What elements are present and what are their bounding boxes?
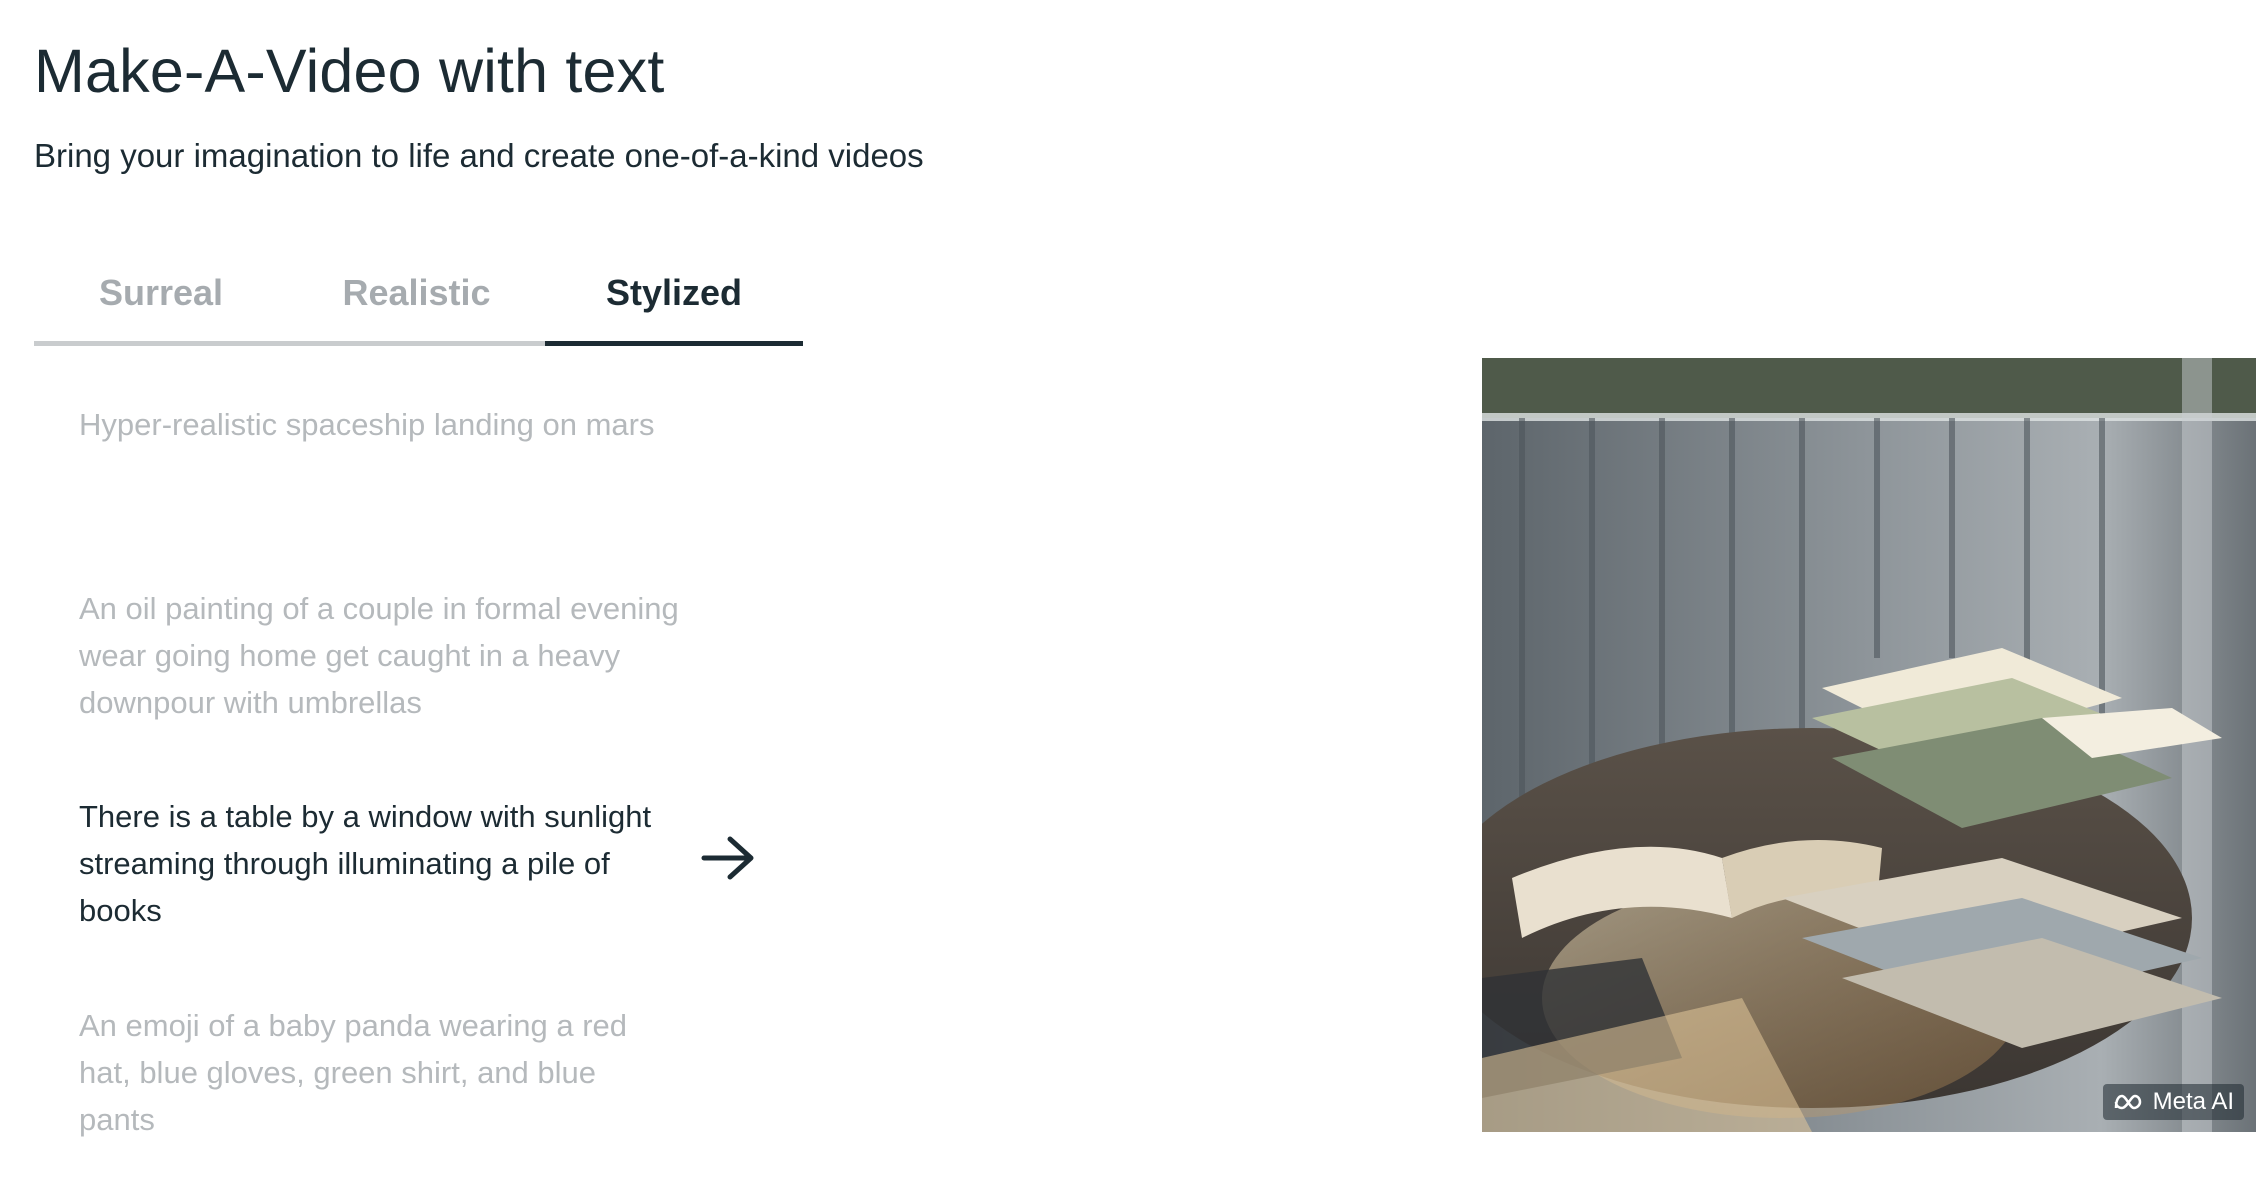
page-subtitle: Bring your imagination to life and creat… — [34, 137, 924, 174]
prompt-item[interactable]: An oil painting of a couple in formal ev… — [79, 585, 679, 726]
prompt-item[interactable]: Hyper-realistic spaceship landing on mar… — [79, 401, 679, 448]
style-tabs: Surreal Realistic Stylized — [34, 245, 803, 346]
tab-surreal[interactable]: Surreal — [34, 245, 288, 341]
meta-logo-icon — [2114, 1094, 2141, 1110]
arrow-right-icon[interactable] — [700, 835, 756, 881]
generated-video[interactable]: Meta AI — [1482, 358, 2256, 1132]
prompt-item[interactable]: An emoji of a baby panda wearing a red h… — [79, 1002, 679, 1143]
prompt-item-active[interactable]: There is a table by a window with sunlig… — [79, 793, 679, 934]
tab-stylized[interactable]: Stylized — [545, 245, 803, 346]
video-frame — [1482, 358, 2256, 1132]
watermark-label: Meta AI — [2152, 1088, 2234, 1115]
page: Make-A-Video with text Bring your imagin… — [0, 0, 2261, 1189]
tab-realistic[interactable]: Realistic — [288, 245, 545, 341]
page-title: Make-A-Video with text — [34, 37, 665, 105]
meta-ai-watermark: Meta AI — [2102, 1084, 2244, 1120]
